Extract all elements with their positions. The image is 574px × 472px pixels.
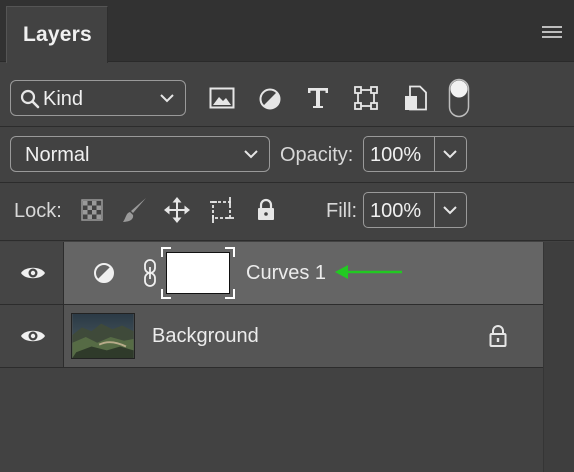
tab-layers[interactable]: Layers (6, 6, 108, 63)
link-chain-icon[interactable] (142, 258, 158, 288)
fill-field[interactable]: 100% (363, 192, 467, 228)
move-arrows-icon[interactable] (164, 197, 190, 223)
opacity-label: Opacity: (280, 144, 354, 166)
layer-name[interactable]: Curves 1 (246, 262, 326, 285)
chevron-down-icon (244, 150, 258, 159)
divider (0, 367, 543, 368)
type-layer-filter-icon[interactable] (306, 86, 330, 110)
filter-kind-select[interactable]: Kind (10, 80, 186, 116)
fill-value: 100% (370, 200, 422, 222)
divider (0, 182, 574, 183)
shape-layer-filter-icon[interactable] (354, 86, 378, 110)
divider (0, 126, 574, 127)
lock-label: Lock: (14, 200, 62, 222)
opacity-value: 100% (370, 144, 422, 166)
layers-panel: Layers Kind Normal Opacity: 100% Lock: F… (0, 0, 574, 472)
opacity-field[interactable]: 100% (363, 136, 467, 172)
scrollbar-track[interactable] (543, 242, 574, 472)
layer-name[interactable]: Background (152, 325, 259, 348)
layer-image-thumbnail[interactable] (71, 313, 135, 359)
filter-kind-label: Kind (43, 88, 84, 110)
eye-icon (21, 267, 45, 279)
layer-row-curves[interactable]: Curves 1 (0, 242, 543, 304)
green-arrow-annotation (335, 265, 402, 279)
layer-row-background[interactable]: Background (0, 305, 543, 367)
hamburger-menu-icon[interactable] (542, 26, 562, 38)
blend-mode-select[interactable]: Normal (10, 136, 270, 172)
chevron-down-icon (160, 94, 174, 103)
panel-tab-bar: Layers (0, 0, 574, 63)
brush-icon[interactable] (122, 196, 148, 224)
divider (433, 193, 435, 227)
divider (0, 240, 574, 241)
pixel-layer-filter-icon[interactable] (209, 87, 235, 109)
visibility-toggle[interactable] (0, 242, 64, 304)
fill-label: Fill: (326, 200, 358, 222)
lock-icon[interactable] (256, 198, 276, 222)
lock-transparent-pixels-icon[interactable] (81, 199, 103, 221)
search-icon (20, 89, 40, 109)
eye-icon (21, 330, 45, 342)
chevron-down-icon[interactable] (442, 203, 458, 217)
adjustment-layer-filter-icon[interactable] (258, 87, 282, 111)
tab-layers-label: Layers (23, 23, 92, 46)
divider (433, 137, 435, 171)
filter-toggle-icon[interactable] (448, 78, 470, 118)
blend-mode-value: Normal (25, 144, 90, 166)
chevron-down-icon[interactable] (442, 147, 458, 161)
adjustment-layer-icon (94, 263, 114, 283)
visibility-toggle[interactable] (0, 305, 64, 367)
lock-icon[interactable] (488, 324, 508, 348)
artboard-icon[interactable] (208, 196, 236, 224)
smart-object-filter-icon[interactable] (404, 85, 428, 111)
layer-mask-thumbnail[interactable] (161, 247, 235, 299)
